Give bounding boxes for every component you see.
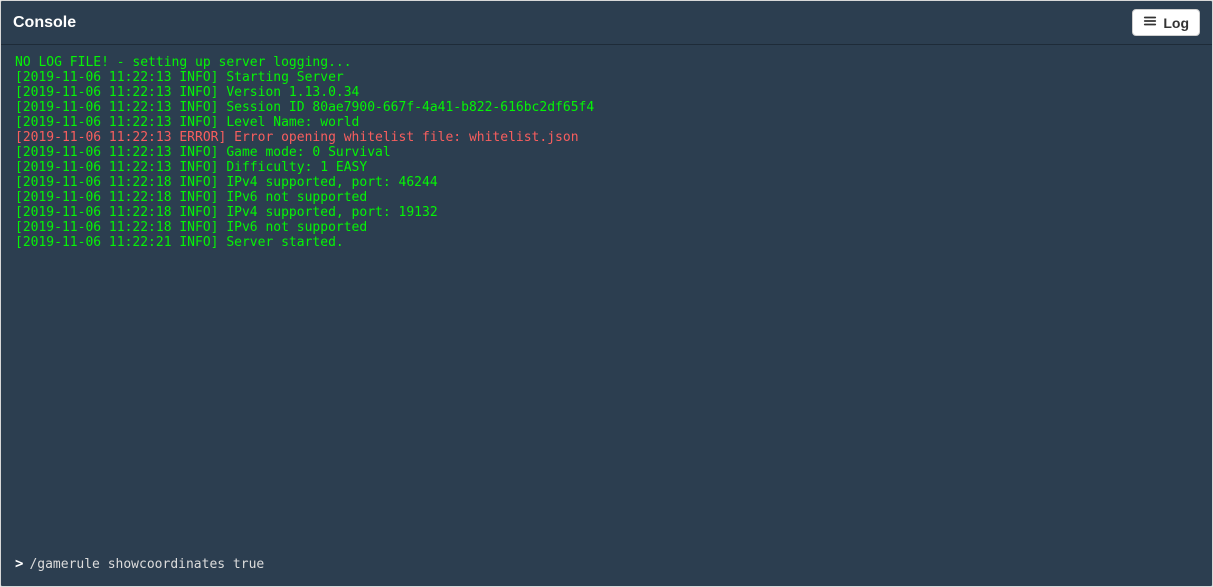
console-panel: Console Log NO LOG FILE! - setting up se…	[0, 0, 1213, 587]
log-button-label: Log	[1163, 15, 1189, 31]
console-line: [2019-11-06 11:22:13 INFO] Session ID 80…	[15, 100, 1198, 115]
console-line: [2019-11-06 11:22:18 INFO] IPv6 not supp…	[15, 190, 1198, 205]
log-button[interactable]: Log	[1132, 9, 1200, 36]
console-output[interactable]: NO LOG FILE! - setting up server logging…	[1, 45, 1212, 548]
console-line: [2019-11-06 11:22:13 INFO] Difficulty: 1…	[15, 160, 1198, 175]
console-line: [2019-11-06 11:22:13 ERROR] Error openin…	[15, 130, 1198, 145]
hamburger-icon	[1143, 14, 1157, 31]
console-line: [2019-11-06 11:22:13 INFO] Version 1.13.…	[15, 85, 1198, 100]
command-input-row: >	[1, 548, 1212, 586]
console-line: [2019-11-06 11:22:21 INFO] Server starte…	[15, 235, 1198, 250]
console-title: Console	[13, 14, 76, 32]
console-line: [2019-11-06 11:22:18 INFO] IPv6 not supp…	[15, 220, 1198, 235]
console-line: [2019-11-06 11:22:18 INFO] IPv4 supporte…	[15, 205, 1198, 220]
console-header: Console Log	[1, 1, 1212, 45]
console-line: NO LOG FILE! - setting up server logging…	[15, 55, 1198, 70]
console-line: [2019-11-06 11:22:13 INFO] Starting Serv…	[15, 70, 1198, 85]
prompt-caret-icon: >	[15, 556, 23, 572]
command-input[interactable]	[29, 557, 1198, 572]
console-line: [2019-11-06 11:22:13 INFO] Game mode: 0 …	[15, 145, 1198, 160]
console-line: [2019-11-06 11:22:13 INFO] Level Name: w…	[15, 115, 1198, 130]
console-line: [2019-11-06 11:22:18 INFO] IPv4 supporte…	[15, 175, 1198, 190]
